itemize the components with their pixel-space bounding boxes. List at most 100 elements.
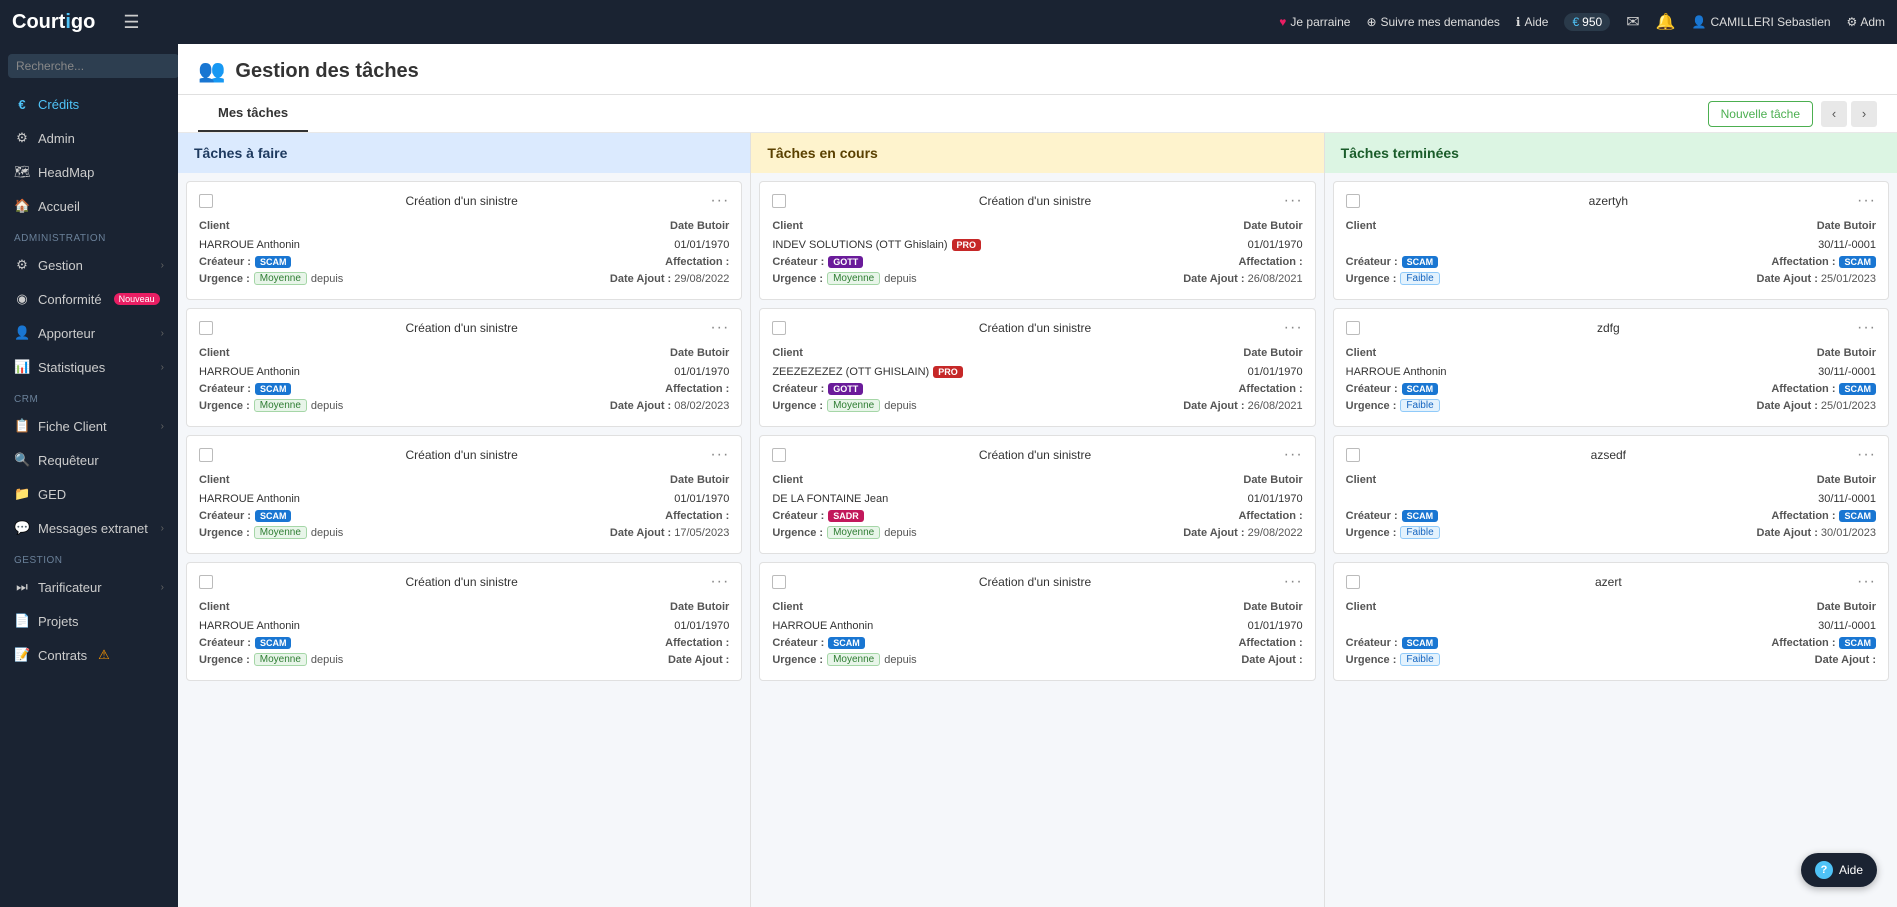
card-menu-icon[interactable]: ··· [1284, 192, 1303, 210]
sidebar-item-admin[interactable]: ⚙ Admin [0, 121, 178, 155]
card-checkbox[interactable] [199, 448, 213, 462]
card-menu-icon[interactable]: ··· [710, 319, 729, 337]
date-butoir-label: Date Butoir [1243, 347, 1302, 359]
task-card[interactable]: zdfg ··· Client Date Butoir HARROUE Anth… [1333, 308, 1889, 427]
card-menu-icon[interactable]: ··· [710, 446, 729, 464]
task-card[interactable]: Création d'un sinistre ··· Client Date B… [186, 435, 742, 554]
sidebar-item-messages[interactable]: 💬 Messages extranet › [0, 511, 178, 545]
date-ajout-value: 08/02/2023 [674, 400, 729, 412]
col-inprogress-header: Tâches en cours [751, 133, 1323, 173]
client-label: Client [199, 347, 230, 359]
affectation-section: Affectation : [1238, 256, 1302, 268]
card-checkbox[interactable] [772, 321, 786, 335]
date-ajout-label: Date Ajout : [1757, 273, 1818, 285]
card-checkbox[interactable] [772, 575, 786, 589]
createur-label: Créateur : [199, 256, 251, 268]
logo[interactable]: Courtigo [12, 11, 95, 34]
task-card[interactable]: Création d'un sinistre ··· Client Date B… [759, 308, 1315, 427]
kanban-cards-inprogress: Création d'un sinistre ··· Client Date B… [751, 173, 1323, 907]
sidebar-item-apporteur[interactable]: 👤 Apporteur › [0, 316, 178, 350]
task-card[interactable]: Création d'un sinistre ··· Client Date B… [186, 181, 742, 300]
sidebar-item-requeteur[interactable]: 🔍 Requêteur [0, 443, 178, 477]
urgence-label: Urgence : [1346, 654, 1397, 666]
card-client-value-row: HARROUE Anthonin 01/01/1970 [199, 491, 729, 505]
task-card[interactable]: azertyh ··· Client Date Butoir 30/11/-00… [1333, 181, 1889, 300]
date-ajout-label: Date Ajout : [1815, 654, 1876, 666]
next-arrow-button[interactable]: › [1851, 101, 1877, 127]
task-card[interactable]: Création d'un sinistre ··· Client Date B… [759, 181, 1315, 300]
affectation-section: Affectation : [1238, 383, 1302, 395]
urgence-section: Urgence : Moyenne depuis [772, 653, 916, 666]
sidebar-item-contrats[interactable]: 📝 Contrats ⚠ [0, 638, 178, 672]
search-input[interactable] [8, 54, 178, 78]
sidebar-item-credits[interactable]: € Crédits [0, 88, 178, 121]
creator-section: Créateur : SCAM [199, 256, 291, 268]
adm-menu[interactable]: ⚙ Adm [1847, 15, 1885, 29]
tab-mes-taches[interactable]: Mes tâches [198, 95, 308, 132]
task-card[interactable]: Création d'un sinistre ··· Client Date B… [759, 435, 1315, 554]
sidebar-item-projets[interactable]: 📄 Projets [0, 604, 178, 638]
badge-pro: PRO [933, 366, 963, 378]
date-ajout-label: Date Ajout : [1757, 400, 1818, 412]
urgence-label: Urgence : [199, 527, 250, 539]
sidebar-item-ged[interactable]: 📁 GED [0, 477, 178, 511]
card-header: azert ··· [1346, 573, 1876, 591]
bell-icon[interactable]: 🔔 [1656, 12, 1676, 32]
task-card[interactable]: Création d'un sinistre ··· Client Date B… [186, 308, 742, 427]
card-title: Création d'un sinistre [786, 575, 1283, 589]
card-menu-icon[interactable]: ··· [1284, 319, 1303, 337]
card-menu-icon[interactable]: ··· [1857, 446, 1876, 464]
sidebar-fiche-client-label: Fiche Client [38, 419, 107, 434]
suivre-link[interactable]: ⊕ Suivre mes demandes [1366, 15, 1499, 29]
sidebar-item-fiche-client[interactable]: 📋 Fiche Client › [0, 409, 178, 443]
date-ajout-value: 25/01/2023 [1821, 400, 1876, 412]
sidebar-item-tarificateur[interactable]: ⏭ Tarificateur › [0, 570, 178, 604]
sidebar-item-gestion[interactable]: ⚙ Gestion › [0, 248, 178, 282]
card-menu-icon[interactable]: ··· [1284, 573, 1303, 591]
topnav: Courtigo ☰ ♥ Je parraine ⊕ Suivre mes de… [0, 0, 1897, 44]
parrainage-link[interactable]: ♥ Je parraine [1279, 15, 1350, 29]
card-menu-icon[interactable]: ··· [710, 192, 729, 210]
task-card[interactable]: azsedf ··· Client Date Butoir 30/11/-000… [1333, 435, 1889, 554]
card-checkbox[interactable] [772, 194, 786, 208]
aide-link[interactable]: ℹ Aide [1516, 15, 1549, 29]
sidebar-item-statistiques[interactable]: 📊 Statistiques › [0, 350, 178, 384]
card-checkbox[interactable] [1346, 448, 1360, 462]
hamburger-icon[interactable]: ☰ [123, 12, 139, 33]
card-checkbox[interactable] [199, 194, 213, 208]
card-title: Création d'un sinistre [213, 575, 710, 589]
user-menu[interactable]: 👤 CAMILLERI Sebastien [1692, 15, 1831, 29]
card-urgence-date-row: Urgence : Faible Date Ajout : 25/01/2023 [1346, 272, 1876, 285]
card-client-value-row: HARROUE Anthonin 01/01/1970 [772, 618, 1302, 632]
urgence-label: Urgence : [772, 400, 823, 412]
col-done-header: Tâches terminées [1325, 133, 1897, 173]
card-menu-icon[interactable]: ··· [1857, 573, 1876, 591]
task-card[interactable]: azert ··· Client Date Butoir 30/11/-0001 [1333, 562, 1889, 681]
sidebar-item-headmap[interactable]: 🗺 HeadMap [0, 155, 178, 189]
mail-icon[interactable]: ✉ [1626, 12, 1639, 32]
client-value: ZEEZEZEZEZ (OTT GHISLAIN)PRO [772, 366, 962, 378]
card-menu-icon[interactable]: ··· [710, 573, 729, 591]
card-checkbox[interactable] [1346, 194, 1360, 208]
help-button[interactable]: ? Aide [1801, 853, 1877, 887]
date-butoir-value: 30/11/-0001 [1818, 239, 1876, 251]
card-checkbox[interactable] [199, 321, 213, 335]
card-checkbox[interactable] [199, 575, 213, 589]
task-card[interactable]: Création d'un sinistre ··· Client Date B… [759, 562, 1315, 681]
sidebar-item-conformite[interactable]: ◉ Conformité Nouveau [0, 282, 178, 316]
card-menu-icon[interactable]: ··· [1857, 192, 1876, 210]
date-butoir-value: 01/01/1970 [1248, 366, 1303, 378]
task-card[interactable]: Création d'un sinistre ··· Client Date B… [186, 562, 742, 681]
card-checkbox[interactable] [1346, 575, 1360, 589]
card-checkbox[interactable] [1346, 321, 1360, 335]
nouvelle-tache-button[interactable]: Nouvelle tâche [1708, 101, 1813, 127]
prev-arrow-button[interactable]: ‹ [1821, 101, 1847, 127]
affectation-label: Affectation : [1771, 510, 1835, 522]
urgence-label: Urgence : [772, 273, 823, 285]
depuis-text: depuis [884, 273, 916, 285]
card-menu-icon[interactable]: ··· [1284, 446, 1303, 464]
credits-display[interactable]: € 950 [1564, 13, 1610, 31]
card-menu-icon[interactable]: ··· [1857, 319, 1876, 337]
card-checkbox[interactable] [772, 448, 786, 462]
sidebar-item-accueil[interactable]: 🏠 Accueil [0, 189, 178, 223]
